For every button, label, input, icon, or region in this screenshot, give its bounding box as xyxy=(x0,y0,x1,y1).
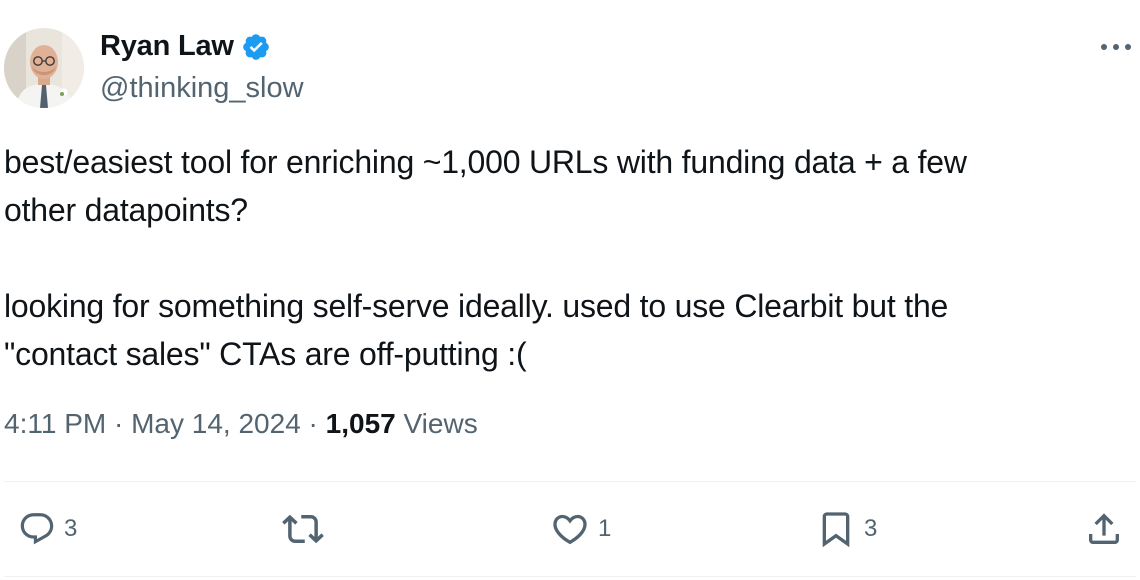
views-count: 1,057 xyxy=(325,408,396,439)
tweet-date[interactable]: May 14, 2024 xyxy=(131,408,301,440)
share-icon xyxy=(1089,513,1119,544)
repost-icon xyxy=(282,514,324,544)
tweet-card: Ryan Law @thinking_slow best/easiest too… xyxy=(0,0,1140,580)
reply-button[interactable]: 3 xyxy=(18,506,77,552)
more-dots-icon xyxy=(1101,44,1131,50)
meta-separator: · xyxy=(106,408,132,439)
verified-badge-icon xyxy=(241,32,271,62)
like-button[interactable]: 1 xyxy=(550,506,611,552)
divider xyxy=(4,481,1136,482)
author-handle[interactable]: @thinking_slow xyxy=(100,72,304,105)
more-options-button[interactable] xyxy=(1098,34,1134,60)
reply-icon xyxy=(20,513,54,545)
heart-icon xyxy=(553,514,587,545)
tweet-time[interactable]: 4:11 PM xyxy=(4,408,106,440)
tweet-text: best/easiest tool for enriching ~1,000 U… xyxy=(4,138,1124,378)
bookmark-button[interactable]: 3 xyxy=(816,506,877,552)
views-label: Views xyxy=(403,408,478,439)
share-button[interactable] xyxy=(1084,506,1124,552)
meta-separator: · xyxy=(300,408,326,439)
tweet-text-line: "contact sales" CTAs are off-putting :( xyxy=(4,336,527,372)
author-name-row[interactable]: Ryan Law xyxy=(100,30,271,63)
tweet-text-line: looking for something self-serve ideally… xyxy=(4,288,949,324)
bookmark-icon xyxy=(822,512,850,548)
avatar[interactable] xyxy=(4,28,84,108)
divider xyxy=(4,576,1136,577)
like-count: 1 xyxy=(598,515,612,542)
repost-button[interactable] xyxy=(282,506,332,552)
tweet-text-line: best/easiest tool for enriching ~1,000 U… xyxy=(4,144,967,180)
tweet-meta: 4:11 PM · May 14, 2024 · 1,057 Views xyxy=(4,408,478,440)
display-name[interactable]: Ryan Law xyxy=(100,30,234,63)
bookmark-count: 3 xyxy=(864,515,878,542)
tweet-text-line: other datapoints? xyxy=(4,192,248,228)
reply-count: 3 xyxy=(64,515,78,542)
